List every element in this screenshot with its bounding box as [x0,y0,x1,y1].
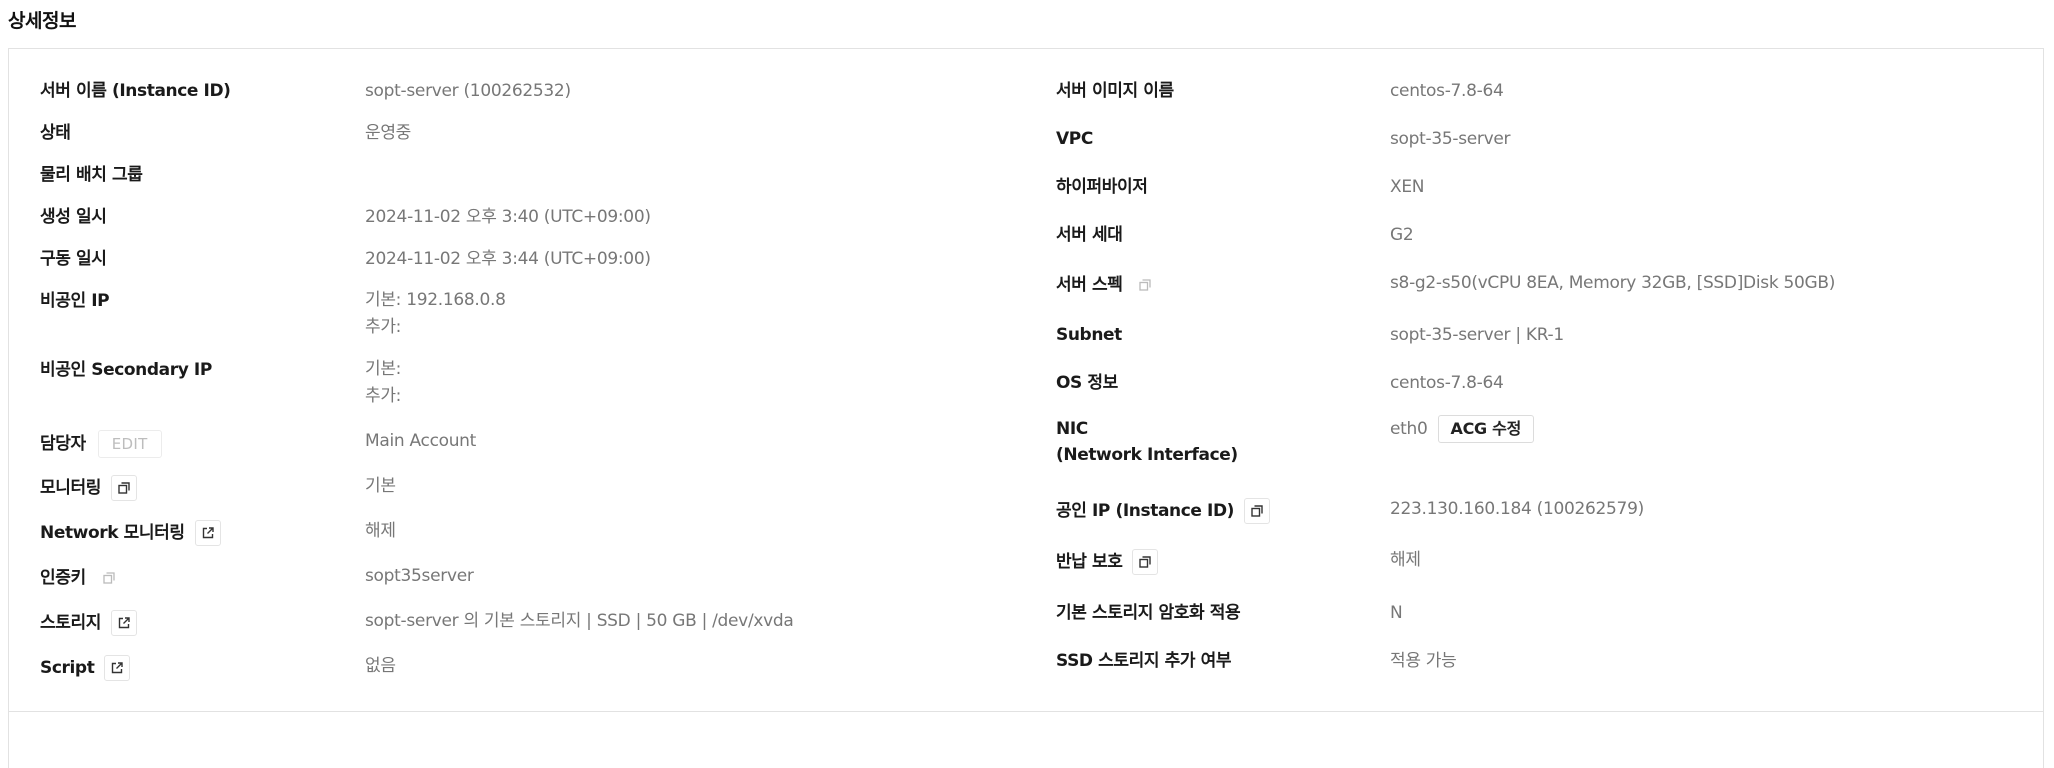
return-protection-popup-button[interactable] [1132,549,1159,575]
nic-eth-value: eth0 [1390,419,1428,439]
monitoring-label: 모니터링 [40,478,101,498]
network-monitoring-value: 해제 [365,521,396,541]
generation-value: G2 [1390,225,1414,245]
created-at-value: 2024-11-02 오후 3:40 (UTC+09:00) [365,207,651,227]
auth-key-value: sopt35server [365,566,474,586]
storage-label: 스토리지 [40,613,101,633]
auth-key-popup-button[interactable] [95,565,122,591]
created-at-label: 생성 일시 [40,207,107,227]
server-name-label: 서버 이름 (Instance ID) [40,81,231,101]
external-link-icon [112,662,124,674]
generation-label: 서버 세대 [1056,225,1123,245]
vpc-label: VPC [1056,129,1093,149]
status-value: 운영중 [365,123,412,143]
script-label: Script [40,658,95,678]
private-ip-value: 기본: 192.168.0.8 추가: [365,287,506,341]
detail-panel: 서버 이름 (Instance ID) sopt-server (1002625… [8,48,2044,768]
popup-icon [103,572,115,584]
network-monitoring-label-wrap: Network 모니터링 [40,520,221,546]
hypervisor-value: XEN [1390,177,1425,197]
popup-icon [1139,279,1152,291]
vpc-value: sopt-35-server [1390,129,1511,149]
network-monitoring-label: Network 모니터링 [40,523,185,543]
started-at-label: 구동 일시 [40,249,107,269]
return-protection-label-wrap: 반납 보호 [1056,549,1159,575]
manager-value: Main Account [365,431,477,451]
storage-encryption-label: 기본 스토리지 암호화 적용 [1056,603,1241,623]
public-ip-label-wrap: 공인 IP (Instance ID) [1056,498,1271,524]
private-ip-additional: 추가: [365,317,402,337]
popup-icon [1251,505,1263,517]
storage-value: sopt-server 의 기본 스토리지 | SSD | 50 GB | /d… [365,611,794,631]
network-monitoring-link-button[interactable] [194,520,221,546]
server-name-value: sopt-server (100262532) [365,81,571,101]
private-ip-primary: 기본: 192.168.0.8 [365,290,506,310]
popup-icon [1139,556,1152,568]
script-label-wrap: Script [40,655,131,681]
storage-link-button[interactable] [110,610,137,636]
monitoring-popup-button[interactable] [110,475,137,501]
hypervisor-label: 하이퍼바이저 [1056,177,1148,197]
ssd-add-value: 적용 가능 [1390,651,1457,671]
placement-group-label: 물리 배치 그룹 [40,165,143,185]
monitoring-label-wrap: 모니터링 [40,475,137,501]
script-link-button[interactable] [104,655,131,681]
return-protection-value: 해제 [1390,550,1421,570]
external-link-icon [202,527,214,539]
public-ip-label: 공인 IP (Instance ID) [1056,501,1235,521]
private-ip-label: 비공인 IP [40,291,110,311]
spec-label: 서버 스펙 [1056,275,1123,295]
public-ip-value: 223.130.160.184 (100262579) [1390,499,1644,519]
spec-label-wrap: 서버 스펙 [1056,272,1159,298]
panel-bottom-divider [9,711,2043,712]
secondary-ip-value: 기본: 추가: [365,356,401,410]
script-value: 없음 [365,656,396,676]
os-info-label: OS 정보 [1056,373,1118,393]
image-name-label: 서버 이미지 이름 [1056,81,1174,101]
started-at-value: 2024-11-02 오후 3:44 (UTC+09:00) [365,249,651,269]
nic-value: eth0 ACG 수정 [1390,415,1534,443]
status-label: 상태 [40,123,71,143]
image-name-value: centos-7.8-64 [1390,81,1504,101]
page-title: 상세정보 [8,10,76,32]
acg-edit-button[interactable]: ACG 수정 [1437,415,1534,443]
subnet-value: sopt-35-server | KR-1 [1390,325,1564,345]
external-link-icon [118,617,130,629]
return-protection-label: 반납 보호 [1056,552,1123,572]
subnet-label: Subnet [1056,325,1122,345]
monitoring-value: 기본 [365,476,396,496]
spec-popup-button[interactable] [1132,272,1159,298]
manager-edit-button[interactable]: EDIT [97,430,162,458]
popup-icon [118,482,130,494]
nic-label-line1: NIC [1056,419,1088,439]
spec-value: s8-g2-s50(vCPU 8EA, Memory 32GB, [SSD]Di… [1390,273,1836,293]
storage-encryption-value: N [1390,603,1403,623]
manager-label: 담당자 [40,434,86,454]
auth-key-label: 인증키 [40,568,86,588]
auth-key-label-wrap: 인증키 [40,565,122,591]
ssd-add-label: SSD 스토리지 추가 여부 [1056,651,1232,671]
public-ip-popup-button[interactable] [1244,498,1271,524]
nic-label: NIC (Network Interface) [1056,416,1238,468]
secondary-ip-label: 비공인 Secondary IP [40,360,212,380]
secondary-ip-additional: 추가: [365,386,402,406]
os-info-value: centos-7.8-64 [1390,373,1504,393]
secondary-ip-primary: 기본: [365,359,402,379]
nic-label-line2: (Network Interface) [1056,445,1238,465]
storage-label-wrap: 스토리지 [40,610,137,636]
manager-label-wrap: 담당자 EDIT [40,430,162,458]
